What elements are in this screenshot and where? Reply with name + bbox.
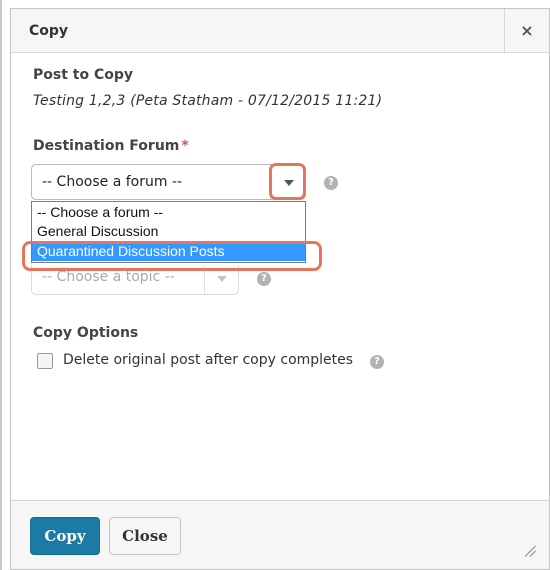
forum-option-general-discussion[interactable]: General Discussion — [32, 222, 305, 241]
delete-original-checkbox[interactable] — [37, 353, 53, 369]
copy-options-label: Copy Options — [33, 325, 139, 341]
copy-dialog: Copy × Post to Copy Testing 1,2,3 (Peta … — [10, 8, 550, 570]
destination-forum-selected-value: -- Choose a forum -- — [42, 174, 183, 190]
destination-forum-select[interactable]: -- Choose a forum -- — [31, 164, 306, 200]
topic-selected-value: -- Choose a topic -- — [42, 269, 175, 285]
help-icon[interactable]: ? — [370, 355, 384, 369]
delete-original-label[interactable]: Delete original post after copy complete… — [63, 352, 353, 368]
close-button[interactable]: Close — [109, 517, 181, 555]
option-highlight-ring — [22, 241, 322, 271]
copy-button[interactable]: Copy — [30, 517, 100, 555]
resize-grip-icon[interactable] — [523, 543, 537, 557]
background-window-edge — [0, 0, 2, 570]
dropdown-arrow-highlight — [269, 163, 306, 200]
dialog-titlebar: Copy × — [11, 9, 549, 53]
forum-option-choose[interactable]: -- Choose a forum -- — [32, 203, 305, 222]
chevron-down-icon — [217, 276, 227, 282]
help-icon[interactable]: ? — [257, 272, 271, 286]
help-icon[interactable]: ? — [324, 176, 338, 190]
dialog-footer: Copy Close — [11, 500, 549, 569]
post-to-copy-value: Testing 1,2,3 (Peta Statham - 07/12/2015… — [33, 93, 383, 109]
destination-forum-label: Destination Forum * — [33, 138, 189, 154]
close-icon[interactable]: × — [504, 9, 549, 52]
required-asterisk: * — [181, 138, 189, 154]
destination-forum-label-text: Destination Forum — [33, 138, 180, 154]
dialog-title: Copy — [29, 23, 69, 39]
post-to-copy-label: Post to Copy — [33, 67, 134, 83]
